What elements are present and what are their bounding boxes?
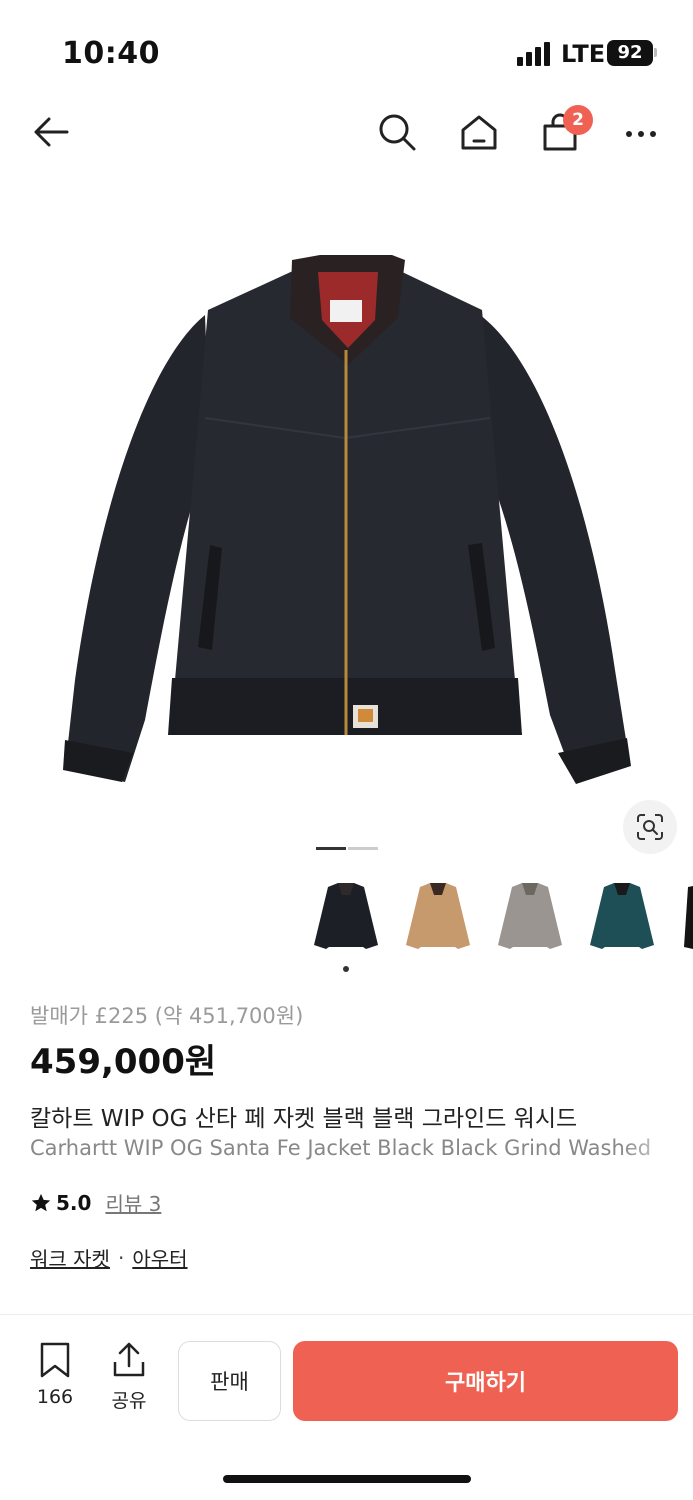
variant-thumb-brown[interactable] <box>398 875 478 959</box>
more-button[interactable] <box>617 108 665 156</box>
variant-thumb-partial[interactable] <box>674 875 693 959</box>
rating-row: 5.0 리뷰 3 <box>30 1188 670 1217</box>
jacket-thumb-icon <box>590 883 654 949</box>
variant-thumb-black[interactable] <box>306 875 386 959</box>
search-icon <box>379 114 416 151</box>
bottom-action-bar: 166 공유 판매 구매하기 <box>0 1330 693 1440</box>
category-separator: · <box>117 1245 125 1270</box>
home-button[interactable] <box>455 108 503 156</box>
product-image[interactable] <box>0 200 693 830</box>
variant-thumb-grey[interactable] <box>490 875 570 959</box>
jacket-thumb-icon <box>498 883 562 949</box>
status-bar: 10:40 LTE 92 <box>0 0 693 100</box>
jacket-illustration <box>63 255 631 784</box>
back-button[interactable] <box>27 108 75 156</box>
variant-thumb-teal[interactable] <box>582 875 662 959</box>
sell-button[interactable]: 판매 <box>178 1341 281 1421</box>
share-button[interactable]: 공유 <box>101 1342 157 1413</box>
image-search-icon <box>637 814 663 840</box>
share-icon <box>113 1342 145 1377</box>
divider <box>0 1314 693 1315</box>
product-title-english: Carhartt WIP OG Santa Fe Jacket Black Bl… <box>30 1136 652 1160</box>
category-link-work-jacket[interactable]: 워크 자켓 <box>30 1243 110 1272</box>
bookmark-count: 166 <box>36 1386 74 1408</box>
network-label: LTE <box>561 40 606 68</box>
jacket-thumb-icon <box>684 886 693 949</box>
jacket-thumb-icon <box>406 883 470 949</box>
review-link[interactable]: 리뷰 3 <box>105 1188 161 1217</box>
release-price: 발매가 £225 (약 451,700원) <box>30 1004 304 1028</box>
status-time: 10:40 <box>62 36 160 71</box>
home-icon <box>461 115 497 150</box>
image-search-button[interactable] <box>623 800 677 854</box>
variant-thumbnails <box>0 875 693 965</box>
slide-indicator-active <box>316 847 346 850</box>
category-link-outer[interactable]: 아우터 <box>132 1243 187 1272</box>
bookmark-icon <box>40 1342 70 1378</box>
share-label: 공유 <box>111 1390 147 1412</box>
battery-tip <box>654 48 657 57</box>
selected-variant-dot <box>343 966 349 972</box>
back-arrow-icon <box>34 117 69 147</box>
battery-icon: 92 <box>607 40 653 66</box>
star-icon <box>31 1193 51 1211</box>
search-button[interactable] <box>373 108 421 156</box>
title-fade-overlay <box>620 1130 693 1170</box>
signal-icon <box>517 42 553 66</box>
product-title-korean: 칼하트 WIP OG 산타 페 자켓 블랙 블랙 그라인드 워시드 <box>30 1106 578 1132</box>
current-price: 459,000원 <box>30 1042 217 1082</box>
home-indicator <box>223 1475 471 1483</box>
bookmark-button[interactable]: 166 <box>27 1342 83 1408</box>
buy-button[interactable]: 구매하기 <box>293 1341 678 1421</box>
slide-indicator <box>348 847 378 850</box>
category-breadcrumb: 워크 자켓 · 아우터 <box>30 1243 670 1272</box>
jacket-thumb-icon <box>314 883 378 949</box>
more-dots-icon <box>626 131 656 137</box>
rating-value: 5.0 <box>56 1190 92 1215</box>
cart-count-badge: 2 <box>563 105 593 135</box>
